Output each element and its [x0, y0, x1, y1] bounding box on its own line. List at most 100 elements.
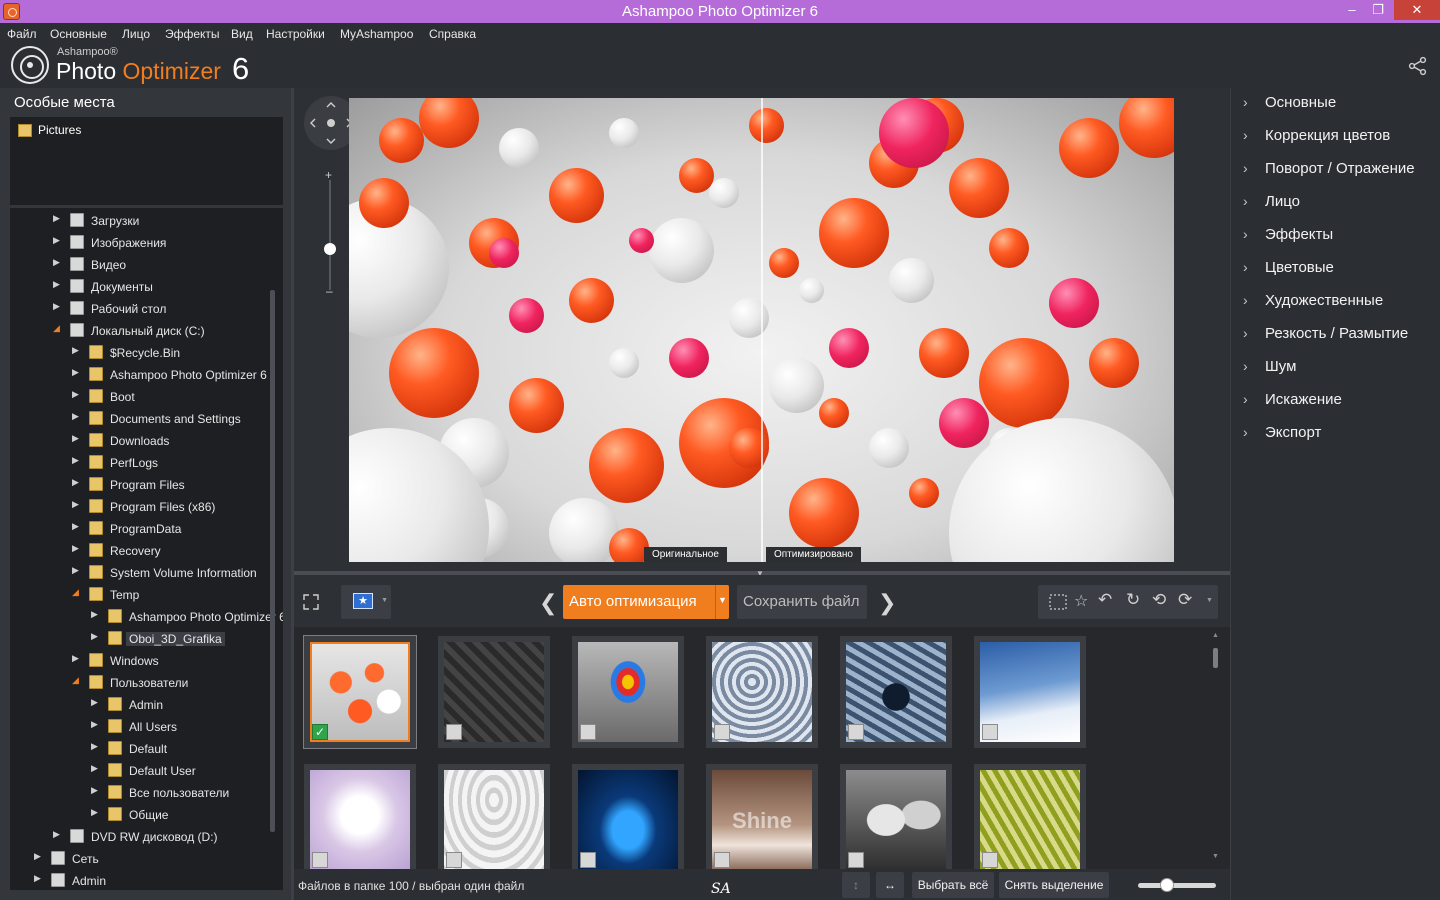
collapsed-arrow-icon[interactable]: ▶ [53, 301, 63, 312]
rotate-right-icon[interactable]: ⟳ [1178, 590, 1192, 610]
tool-section-item[interactable]: Экспорт [1265, 424, 1321, 441]
collapsed-arrow-icon[interactable]: ▶ [72, 499, 82, 510]
thumbnail-shine[interactable]: Shine [706, 764, 818, 869]
tree-item[interactable]: ▶ Boot [10, 385, 283, 407]
auto-optimize-button[interactable]: Авто оптимизация ▼ [563, 585, 729, 619]
prev-image-icon[interactable]: ❮ [539, 590, 557, 616]
checked-checkbox-icon[interactable]: ✓ [312, 724, 328, 740]
restore-icon[interactable]: ❐ [1364, 0, 1392, 20]
scroll-down-icon[interactable]: ▼ [1212, 853, 1219, 860]
collapsed-arrow-icon[interactable]: ▶ [91, 697, 101, 708]
collapsed-arrow-icon[interactable]: ▶ [53, 235, 63, 246]
undo-icon[interactable]: ↶ [1098, 590, 1112, 610]
thumbnail-scrollbar[interactable] [1213, 648, 1218, 668]
zoom-slider-knob[interactable] [324, 243, 336, 255]
thumbnail-umbrella[interactable] [572, 636, 684, 748]
thumbnail-balls[interactable]: ✓ [303, 635, 417, 749]
tools-dropdown-icon[interactable]: ▼ [1206, 597, 1213, 604]
collapsed-arrow-icon[interactable]: ▶ [72, 477, 82, 488]
auto-optimize-dropdown-icon[interactable]: ▼ [715, 585, 729, 619]
checkbox-icon[interactable] [714, 724, 730, 740]
tree-item[interactable]: ▶ Изображения [10, 231, 283, 253]
collapsed-arrow-icon[interactable]: ▶ [91, 609, 101, 620]
tree-item[interactable]: ▶ Recovery [10, 539, 283, 561]
tree-item[interactable]: ▶ Сеть [10, 847, 283, 869]
minimize-icon[interactable]: – [1338, 0, 1366, 20]
tree-item[interactable]: ◢ Пользователи [10, 671, 283, 693]
magic-star-icon[interactable]: ☆ [1074, 591, 1088, 611]
menu-help[interactable]: Справка [429, 27, 476, 41]
tool-section-item[interactable]: Шум [1265, 358, 1296, 375]
tree-item[interactable]: ▶ Ashampoo Photo Optimizer 6 [10, 605, 283, 627]
collapsed-arrow-icon[interactable]: ▶ [34, 873, 44, 884]
menu-effects[interactable]: Эффекты [165, 27, 220, 41]
collapsed-arrow-icon[interactable]: ▶ [53, 829, 63, 840]
tool-section-item[interactable]: Художественные [1265, 292, 1383, 309]
thumbnail-fractal[interactable] [840, 636, 952, 748]
checkbox-icon[interactable] [848, 852, 864, 868]
tree-item[interactable]: ▶ DVD RW дисковод (D:) [10, 825, 283, 847]
checkbox-icon[interactable] [446, 852, 462, 868]
menu-file[interactable]: Файл [7, 27, 37, 41]
thumbnail-waves[interactable] [706, 636, 818, 748]
select-all-button[interactable]: Выбрать всё [912, 872, 994, 898]
reset-icon[interactable]: ↻ [1126, 590, 1140, 610]
tool-section-item[interactable]: Основные [1265, 94, 1336, 111]
collapsed-arrow-icon[interactable]: ▶ [72, 433, 82, 444]
thumbnail-grid[interactable]: ✓ Shine [294, 627, 1230, 869]
tool-section-item[interactable]: Искажение [1265, 391, 1342, 408]
tree-item[interactable]: ▶ Program Files (x86) [10, 495, 283, 517]
tree-item[interactable]: ▶ $Recycle.Bin [10, 341, 283, 363]
thumbnail-dark-cubes[interactable] [438, 636, 550, 748]
rotate-left-icon[interactable]: ⟲ [1152, 590, 1166, 610]
checkbox-icon[interactable] [446, 724, 462, 740]
collapsed-arrow-icon[interactable]: ▶ [91, 785, 101, 796]
tree-item[interactable]: ▶ PerfLogs [10, 451, 283, 473]
tree-item[interactable]: ▶ Все пользователи [10, 781, 283, 803]
tree-item[interactable]: ▶ Рабочий стол [10, 297, 283, 319]
close-icon[interactable]: ✕ [1394, 0, 1440, 20]
share-icon[interactable] [1408, 56, 1428, 76]
zoom-slider[interactable] [329, 180, 331, 290]
zoom-out-icon[interactable]: – [326, 284, 333, 298]
tree-item[interactable]: ▶ Program Files [10, 473, 283, 495]
collapsed-arrow-icon[interactable]: ▶ [91, 719, 101, 730]
menu-view[interactable]: Вид [231, 27, 253, 41]
tree-item[interactable]: ▶ Admin [10, 693, 283, 715]
tree-item[interactable]: ▶ Downloads [10, 429, 283, 451]
place-item-pictures[interactable]: Pictures [18, 123, 81, 138]
tool-section-item[interactable]: Цветовые [1265, 259, 1334, 276]
thumbnail-car[interactable] [572, 764, 684, 869]
thumbnail-plane[interactable] [974, 636, 1086, 748]
expanded-arrow-icon[interactable]: ◢ [53, 323, 63, 334]
collapsed-arrow-icon[interactable]: ▶ [91, 631, 101, 642]
checkbox-icon[interactable] [848, 724, 864, 740]
menu-settings[interactable]: Настройки [266, 27, 325, 41]
collapsed-arrow-icon[interactable]: ▶ [91, 763, 101, 774]
select-rect-icon[interactable] [1048, 593, 1068, 611]
checkbox-icon[interactable] [982, 852, 998, 868]
tree-item[interactable]: ◢ Temp [10, 583, 283, 605]
tree-item[interactable]: ▶ Загрузки [10, 209, 283, 231]
tree-item[interactable]: ▶ All Users [10, 715, 283, 737]
collapsed-arrow-icon[interactable]: ▶ [72, 455, 82, 466]
tree-item[interactable]: ◢ Локальный диск (C:) [10, 319, 283, 341]
tree-item[interactable]: ▶ Общие [10, 803, 283, 825]
tree-item[interactable]: ▶ Default User [10, 759, 283, 781]
thumbnail-cubes-gold[interactable] [974, 764, 1086, 869]
tree-item[interactable]: ▶ System Volume Information [10, 561, 283, 583]
collapsed-arrow-icon[interactable]: ▶ [91, 807, 101, 818]
tree-item[interactable]: ▶ Default [10, 737, 283, 759]
tool-section-item[interactable]: Поворот / Отражение [1265, 160, 1415, 177]
tree-item[interactable]: ▶ Windows [10, 649, 283, 671]
tree-item[interactable]: ▶ ProgramData [10, 517, 283, 539]
tool-section-item[interactable]: Коррекция цветов [1265, 127, 1390, 144]
checkbox-icon[interactable] [714, 852, 730, 868]
collapsed-arrow-icon[interactable]: ▶ [72, 543, 82, 554]
sort-horizontal-icon[interactable]: ↔ [876, 872, 904, 898]
tree-item[interactable]: ▶ Ashampoo Photo Optimizer 6 [10, 363, 283, 385]
collapsed-arrow-icon[interactable]: ▶ [72, 389, 82, 400]
collapsed-arrow-icon[interactable]: ▶ [34, 851, 44, 862]
checkbox-icon[interactable] [312, 852, 328, 868]
checkbox-icon[interactable] [982, 724, 998, 740]
